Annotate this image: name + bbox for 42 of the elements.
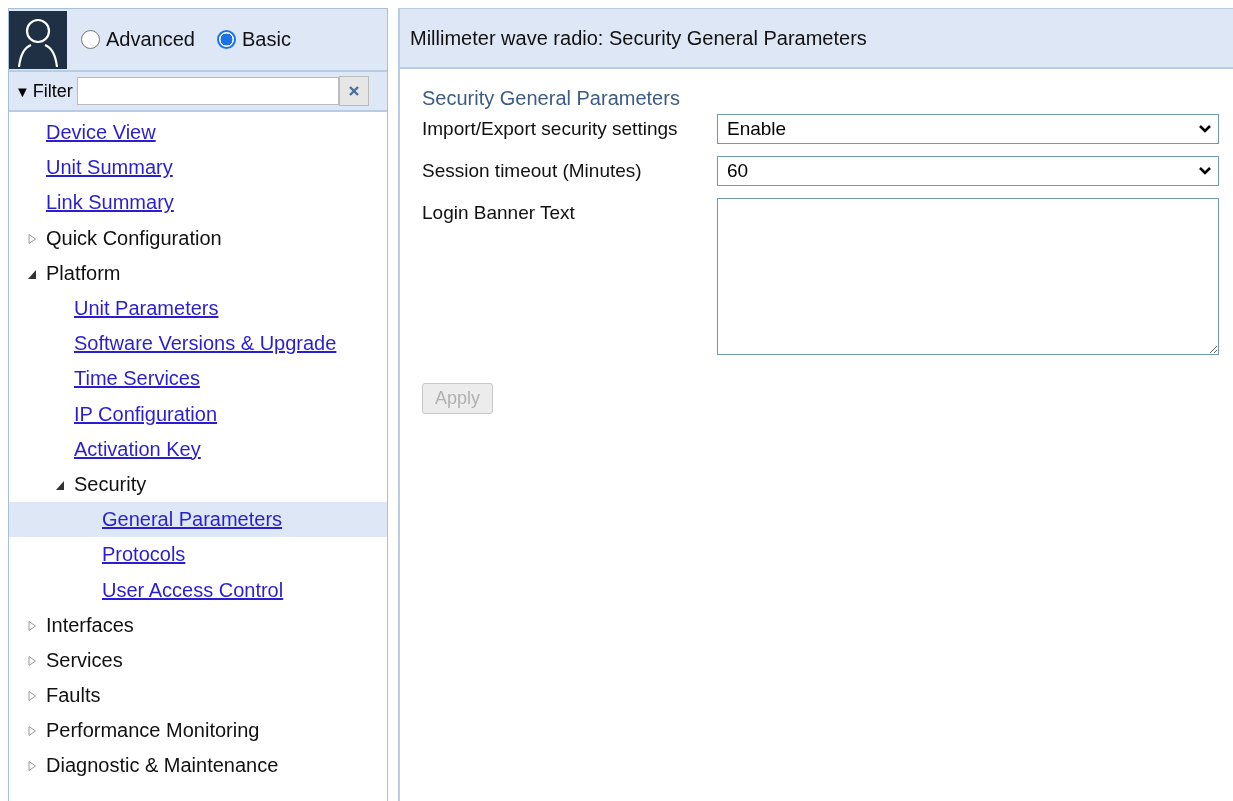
filter-label: Filter: [32, 80, 73, 102]
tree-link[interactable]: Unit Parameters: [74, 297, 219, 321]
tree-link[interactable]: Unit Summary: [46, 156, 173, 180]
tree-link[interactable]: Software Versions & Upgrade: [74, 332, 337, 356]
collapsed-triangle-icon[interactable]: [27, 654, 37, 667]
tree-group-label[interactable]: Faults: [46, 684, 101, 708]
collapsed-triangle-icon[interactable]: [27, 232, 37, 245]
collapsed-triangle-icon[interactable]: [27, 760, 37, 773]
tree-link[interactable]: IP Configuration: [74, 402, 218, 426]
tree-group-label[interactable]: Platform: [46, 261, 121, 285]
tree-link[interactable]: General Parameters: [102, 508, 283, 532]
field-label: Login Banner Text: [422, 201, 576, 225]
page-title: Millimeter wave radio: Security General Parameters: [410, 26, 867, 50]
tree-link[interactable]: Time Services: [74, 367, 200, 391]
mode-radio[interactable]: Advanced: [81, 28, 195, 51]
chevron-down-icon: [1198, 166, 1212, 176]
collapsed-triangle-icon[interactable]: [27, 725, 37, 738]
section-title: Security General Parameters: [422, 87, 681, 110]
tree-link[interactable]: Device View: [46, 121, 156, 145]
dropdown-field[interactable]: 60: [717, 156, 1219, 186]
close-icon: [347, 85, 360, 97]
clear-button[interactable]: [338, 76, 369, 106]
tree-group-label[interactable]: Interfaces: [46, 613, 134, 637]
chevron-down-icon: [1198, 124, 1212, 134]
field-label: Import/Export security settings: [422, 117, 679, 141]
tree-group-label[interactable]: Quick Configuration: [46, 226, 222, 250]
filter-field[interactable]: [76, 77, 339, 105]
tree-link[interactable]: Link Summary: [46, 191, 174, 215]
mode-radio[interactable]: Basic: [216, 28, 291, 51]
field-label: Session timeout (Minutes): [422, 159, 643, 183]
dropdown-field[interactable]: Enable: [717, 114, 1219, 144]
collapse-toggle[interactable]: ▼: [15, 82, 30, 100]
tree-link[interactable]: Protocols: [102, 543, 186, 567]
collapsed-triangle-icon[interactable]: [27, 619, 37, 632]
tree-link[interactable]: Activation Key: [74, 437, 201, 461]
tree-group-label[interactable]: Diagnostic & Maintenance: [46, 754, 279, 778]
tree-link[interactable]: User Access Control: [102, 578, 284, 602]
tree-group-label[interactable]: Services: [46, 648, 123, 672]
tree-group-label[interactable]: Performance Monitoring: [46, 719, 260, 743]
user-avatar-icon[interactable]: [9, 10, 67, 69]
tree-group-label[interactable]: Security: [74, 472, 147, 496]
collapsed-triangle-icon[interactable]: [27, 690, 37, 702]
